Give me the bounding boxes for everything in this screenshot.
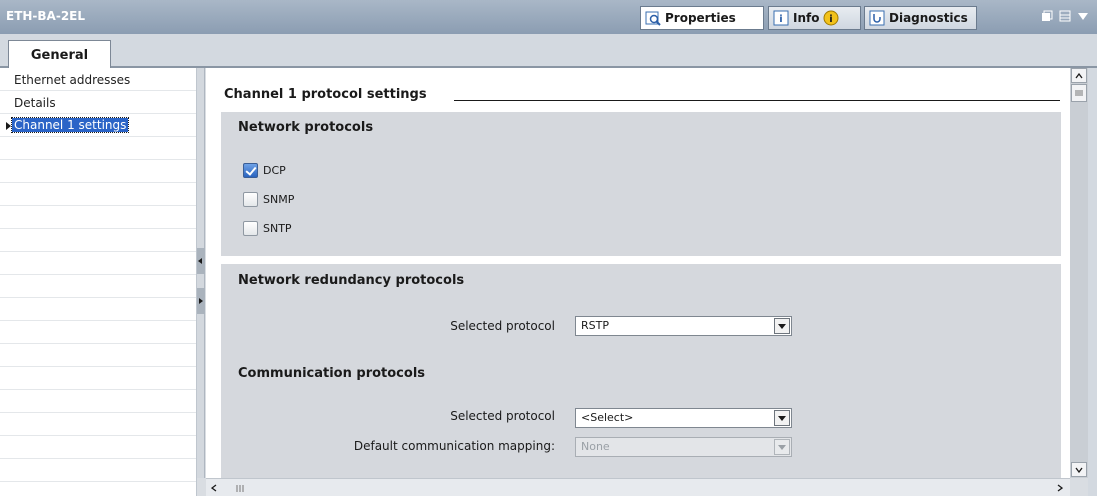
scrollbar-thumb[interactable]	[228, 482, 252, 494]
nav-row	[0, 367, 196, 390]
scroll-down-button[interactable]	[1071, 462, 1087, 477]
main-content: Channel 1 protocol settings Network prot…	[206, 68, 1070, 478]
communication-mapping-select: None	[575, 437, 792, 457]
snmp-option[interactable]: SNMP	[243, 192, 294, 207]
pane-splitter[interactable]	[197, 68, 205, 478]
expand-right-handle[interactable]	[197, 288, 205, 314]
section-title: Channel 1 protocol settings	[224, 87, 435, 102]
nav-row	[0, 229, 196, 252]
tab-properties-label: Properties	[665, 11, 736, 25]
sntp-label: SNTP	[263, 222, 292, 235]
dcp-option[interactable]: DCP	[243, 163, 286, 178]
snmp-checkbox[interactable]	[243, 192, 258, 207]
expand-arrow-icon[interactable]	[6, 122, 11, 130]
title-bar: ETH-BA-2EL Properties i Info i Diagnosti…	[0, 0, 1097, 34]
nav-row	[0, 344, 196, 367]
snmp-label: SNMP	[263, 193, 295, 206]
arrow-right-icon	[199, 298, 203, 304]
tab-diagnostics-label: Diagnostics	[889, 11, 968, 25]
arrow-left-icon	[198, 258, 202, 264]
communication-protocol-value: <Select>	[581, 411, 634, 424]
chevron-down-icon[interactable]	[1077, 10, 1089, 25]
chevron-down-icon[interactable]	[774, 318, 790, 334]
communication-protocol-label: Selected protocol	[450, 409, 555, 423]
network-protocols-group: Network protocols DCP SNMP SNTP	[221, 112, 1061, 256]
chevron-down-icon	[774, 439, 790, 455]
layout-icon[interactable]	[1059, 10, 1071, 25]
sntp-option[interactable]: SNTP	[243, 221, 292, 236]
nav-row	[0, 321, 196, 344]
tab-general[interactable]: General	[8, 40, 111, 69]
svg-text:i: i	[830, 14, 833, 25]
nav-row	[0, 275, 196, 298]
communication-protocols-heading: Communication protocols	[238, 366, 426, 381]
tab-strip: General	[0, 34, 1097, 69]
communication-mapping-value: None	[581, 440, 610, 453]
communication-mapping-label: Default communication mapping:	[353, 439, 555, 453]
nav-item-channel-1-settings[interactable]: Channel 1 settings	[10, 117, 130, 133]
dcp-checkbox[interactable]	[243, 163, 258, 178]
properties-icon	[645, 10, 661, 26]
nav-row	[0, 390, 196, 413]
sntp-checkbox[interactable]	[243, 221, 258, 236]
redundancy-protocol-label: Selected protocol	[450, 319, 555, 333]
nav-row	[0, 459, 196, 482]
warning-icon: i	[823, 10, 839, 26]
nav-row	[0, 183, 196, 206]
redundancy-protocol-select[interactable]: RSTP	[575, 316, 792, 336]
nav-row	[0, 252, 196, 275]
redundancy-protocol-value: RSTP	[581, 319, 609, 332]
tab-info[interactable]: i Info i	[768, 6, 861, 30]
vertical-scrollbar[interactable]	[1070, 68, 1088, 478]
network-redundancy-heading: Network redundancy protocols	[238, 273, 465, 288]
communication-protocols-group: Communication protocols Selected protoco…	[221, 357, 1061, 478]
dcp-label: DCP	[263, 164, 286, 177]
chevron-down-icon[interactable]	[774, 410, 790, 426]
nav-row	[0, 137, 196, 160]
right-edge-strip	[1088, 68, 1097, 496]
window-controls	[1041, 10, 1089, 25]
scroll-right-button[interactable]	[1052, 480, 1068, 495]
nav-row	[0, 206, 196, 229]
scroll-left-button[interactable]	[206, 480, 222, 495]
properties-window: ETH-BA-2EL Properties i Info i Diagnosti…	[0, 0, 1097, 496]
nav-item-details[interactable]: Details	[14, 96, 56, 110]
tab-properties[interactable]: Properties	[640, 6, 764, 30]
section-title-rule	[454, 100, 1060, 101]
tab-info-label: Info	[793, 11, 820, 25]
float-icon[interactable]	[1041, 10, 1053, 25]
info-icon: i	[773, 10, 789, 26]
nav-row	[0, 298, 196, 321]
diagnostics-icon	[869, 10, 885, 26]
collapse-left-handle[interactable]	[197, 248, 205, 274]
network-protocols-heading: Network protocols	[238, 120, 374, 135]
nav-row	[0, 160, 196, 183]
nav-item-ethernet-addresses[interactable]: Ethernet addresses	[14, 73, 130, 87]
svg-text:i: i	[779, 14, 782, 25]
scroll-up-button[interactable]	[1071, 68, 1087, 83]
horizontal-scrollbar[interactable]	[206, 478, 1070, 496]
nav-row	[0, 436, 196, 459]
window-title: ETH-BA-2EL	[6, 9, 86, 23]
communication-protocol-select[interactable]: <Select>	[575, 408, 792, 428]
scrollbar-thumb[interactable]	[1071, 84, 1087, 102]
nav-row	[0, 413, 196, 436]
tab-diagnostics[interactable]: Diagnostics	[864, 6, 977, 30]
left-nav: Ethernet addresses Details Channel 1 set…	[0, 68, 197, 496]
